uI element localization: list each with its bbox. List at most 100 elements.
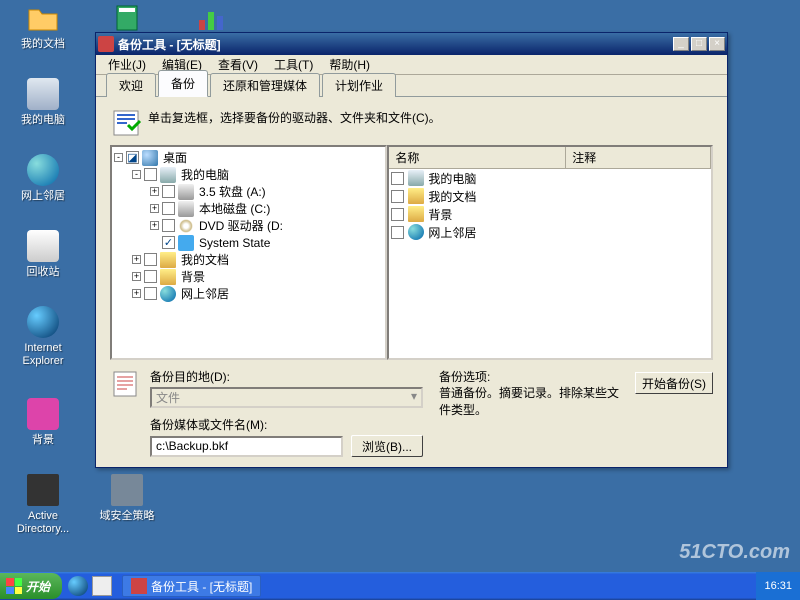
- start-button[interactable]: 开始: [0, 573, 62, 599]
- tree-toggle[interactable]: +: [132, 255, 141, 264]
- destination-icon: [110, 368, 142, 400]
- tree-node-label: DVD 驱动器 (D:: [197, 217, 285, 234]
- destination-label: 备份目的地(D):: [150, 368, 423, 385]
- list-row[interactable]: 网上邻居: [389, 223, 711, 241]
- start-backup-button[interactable]: 开始备份(S): [635, 372, 713, 394]
- folder-open-icon: [27, 2, 59, 34]
- col-comment[interactable]: 注释: [566, 147, 711, 168]
- list-row[interactable]: 我的电脑: [389, 169, 711, 187]
- tree-checkbox[interactable]: [144, 168, 157, 181]
- tree-checkbox[interactable]: [162, 202, 175, 215]
- list-checkbox[interactable]: [391, 172, 404, 185]
- computer-icon: [408, 170, 424, 186]
- tree-node[interactable]: +网上邻居: [114, 285, 383, 302]
- tree-checkbox[interactable]: ✓: [162, 236, 175, 249]
- tree-checkbox[interactable]: [144, 253, 157, 266]
- list-item-label: 背景: [428, 206, 452, 223]
- tree-node[interactable]: + DVD 驱动器 (D:: [114, 217, 383, 234]
- clock: 16:31: [764, 580, 792, 592]
- network-icon: [408, 224, 424, 240]
- col-name[interactable]: 名称: [389, 147, 566, 168]
- tab[interactable]: 备份: [158, 70, 208, 97]
- desktop-icon-my-computer[interactable]: 我的电脑: [8, 78, 78, 127]
- tree-node[interactable]: -◪桌面: [114, 149, 383, 166]
- menu-item[interactable]: 作业(J): [100, 54, 154, 75]
- list-checkbox[interactable]: [391, 208, 404, 221]
- bg-icon: [27, 398, 59, 430]
- tree-toggle[interactable]: -: [132, 170, 141, 179]
- tree-node[interactable]: +我的文档: [114, 251, 383, 268]
- tab[interactable]: 欢迎: [106, 73, 156, 97]
- note-icon: [110, 107, 142, 139]
- taskbar-task-backup[interactable]: 备份工具 - [无标题]: [122, 575, 261, 597]
- browse-button[interactable]: 浏览(B)...: [351, 435, 423, 457]
- tree-checkbox[interactable]: [162, 185, 175, 198]
- list-item-label: 网上邻居: [428, 224, 476, 241]
- desktop-icon-label: 我的电脑: [8, 114, 78, 127]
- close-button[interactable]: ×: [709, 37, 725, 51]
- tree-pane[interactable]: -◪桌面-我的电脑+3.5 软盘 (A:)+本地磁盘 (C:)+DVD 驱动器 …: [110, 145, 387, 360]
- tree-checkbox[interactable]: [144, 287, 157, 300]
- instruction-text: 单击复选框，选择要备份的驱动器、文件夹和文件(C)。: [148, 107, 441, 139]
- quick-launch: [62, 576, 118, 596]
- backup-panel: 单击复选框，选择要备份的驱动器、文件夹和文件(C)。 -◪桌面-我的电脑+3.5…: [96, 97, 727, 467]
- desktop-icon-domain-security-policy[interactable]: 域安全策略: [92, 474, 162, 523]
- windows-flag-icon: [6, 578, 22, 594]
- desktop-icon: [142, 150, 158, 166]
- tab[interactable]: 计划作业: [322, 73, 396, 97]
- maximize-button[interactable]: □: [691, 37, 707, 51]
- tree-toggle[interactable]: -: [114, 153, 123, 162]
- tree-node-label: 本地磁盘 (C:): [197, 200, 272, 217]
- tree-toggle[interactable]: +: [132, 272, 141, 281]
- tree-checkbox[interactable]: [162, 219, 175, 232]
- list-row[interactable]: 背景: [389, 205, 711, 223]
- folder-icon: [160, 269, 176, 285]
- computer-icon: [27, 78, 59, 110]
- menu-item[interactable]: 查看(V): [210, 54, 266, 75]
- quicklaunch-ie-icon[interactable]: [68, 576, 88, 596]
- desktop-icon-my-documents[interactable]: 我的文档: [8, 2, 78, 51]
- tree-node[interactable]: + 本地磁盘 (C:): [114, 200, 383, 217]
- options-title: 备份选项:: [439, 368, 619, 385]
- desktop-icon-label: 我的文档: [8, 38, 78, 51]
- desktop-icon-label: 网上邻居: [8, 190, 78, 203]
- tree-toggle[interactable]: +: [150, 204, 159, 213]
- desktop-icon-internet-explorer[interactable]: Internet Explorer: [8, 306, 78, 368]
- drive-icon: [178, 184, 194, 200]
- recycle-icon: [27, 230, 59, 262]
- tree-toggle[interactable]: +: [150, 187, 159, 196]
- docs-icon: [408, 188, 424, 204]
- start-backup-wrap: 开始备份(S): [635, 368, 713, 457]
- taskbar: 开始 备份工具 - [无标题] 16:31: [0, 572, 800, 600]
- tree-toggle[interactable]: +: [132, 289, 141, 298]
- tree-node[interactable]: + 背景: [114, 268, 383, 285]
- tree-node[interactable]: +3.5 软盘 (A:): [114, 183, 383, 200]
- destination-combo[interactable]: 文件▾: [150, 387, 423, 408]
- tree-checkbox[interactable]: [144, 270, 157, 283]
- desktop-icon-network-places[interactable]: 网上邻居: [8, 154, 78, 203]
- tree-node[interactable]: ✓System State: [114, 234, 383, 251]
- system-tray[interactable]: 16:31: [756, 572, 800, 600]
- list-row[interactable]: 我的文档: [389, 187, 711, 205]
- list-checkbox[interactable]: [391, 226, 404, 239]
- app-icon: [98, 36, 114, 52]
- chart-icon: [195, 2, 227, 34]
- desktop-icon-active-directory[interactable]: Active Directory...: [8, 474, 78, 536]
- list-pane[interactable]: 名称 注释 我的电脑我的文档背景网上邻居: [387, 145, 713, 360]
- tree-node-label: 背景: [179, 268, 207, 285]
- menu-item[interactable]: 工具(T): [266, 54, 321, 75]
- quicklaunch-desktop-icon[interactable]: [92, 576, 112, 596]
- tree-node[interactable]: -我的电脑: [114, 166, 383, 183]
- tree-checkbox[interactable]: ◪: [126, 151, 139, 164]
- media-label: 备份媒体或文件名(M):: [150, 416, 423, 433]
- media-filename-input[interactable]: [150, 436, 343, 457]
- tab[interactable]: 还原和管理媒体: [210, 73, 320, 97]
- menu-item[interactable]: 帮助(H): [321, 54, 378, 75]
- list-item-label: 我的电脑: [428, 170, 476, 187]
- minimize-button[interactable]: _: [673, 37, 689, 51]
- desktop-icon-background[interactable]: 背景: [8, 398, 78, 447]
- list-checkbox[interactable]: [391, 190, 404, 203]
- tree-toggle[interactable]: +: [150, 221, 159, 230]
- titlebar[interactable]: 备份工具 - [无标题] _ □ ×: [96, 33, 727, 55]
- desktop-icon-recycle-bin[interactable]: 回收站: [8, 230, 78, 279]
